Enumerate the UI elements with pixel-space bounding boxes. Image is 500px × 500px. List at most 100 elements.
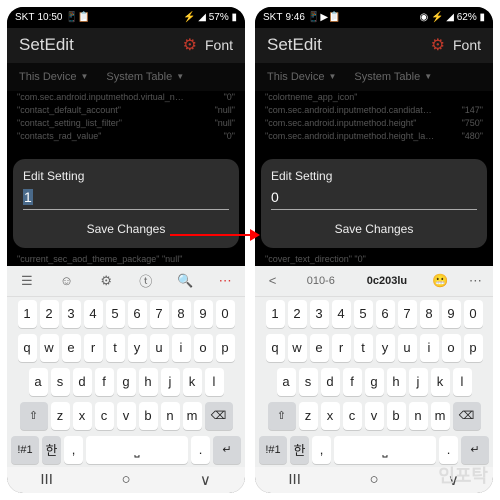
key-4[interactable]: 4	[84, 300, 103, 328]
key-8[interactable]: 8	[172, 300, 191, 328]
key-j[interactable]: j	[409, 368, 428, 396]
key-t[interactable]: t	[354, 334, 373, 362]
tab-device[interactable]: This Device▼	[19, 71, 88, 83]
key-2[interactable]: 2	[288, 300, 307, 328]
key-u[interactable]: u	[398, 334, 417, 362]
tab-system[interactable]: System Table▼	[106, 71, 184, 83]
key-h[interactable]: h	[387, 368, 406, 396]
emoji-icon[interactable]: 😬	[428, 273, 452, 289]
back-icon[interactable]: <	[261, 273, 285, 288]
home-button[interactable]: ○	[106, 471, 146, 488]
key-e[interactable]: e	[310, 334, 329, 362]
setting-value-input[interactable]: 1	[23, 189, 33, 205]
key-t[interactable]: t	[106, 334, 125, 362]
key-0[interactable]: 0	[464, 300, 483, 328]
key-u[interactable]: u	[150, 334, 169, 362]
key-q[interactable]: q	[18, 334, 37, 362]
space-key[interactable]: ⎵	[86, 436, 188, 464]
key-w[interactable]: w	[40, 334, 59, 362]
key-s[interactable]: s	[299, 368, 318, 396]
key-9[interactable]: 9	[442, 300, 461, 328]
list-item[interactable]: "com.sec.android.inputmethod.height""750…	[265, 117, 483, 130]
key-p[interactable]: p	[464, 334, 483, 362]
list-item[interactable]: "cover_text_direction" "0"	[255, 252, 493, 266]
list-item[interactable]: "current_sec_aod_theme_package" "null"	[7, 252, 245, 266]
gear-icon[interactable]: ⚙	[183, 37, 197, 54]
key-6[interactable]: 6	[128, 300, 147, 328]
list-item[interactable]: "com.sec.android.inputmethod.candidate_h…	[265, 104, 483, 117]
setting-value-input[interactable]: 0	[271, 189, 279, 205]
enter-key[interactable]: ↵	[461, 436, 489, 464]
back-button[interactable]: ∨	[185, 471, 225, 489]
key-n[interactable]: n	[409, 402, 428, 430]
text-icon[interactable]: ⓣ	[134, 271, 158, 290]
key-o[interactable]: o	[442, 334, 461, 362]
lang-key[interactable]: 한	[290, 436, 309, 464]
key-j[interactable]: j	[161, 368, 180, 396]
key-b[interactable]: b	[139, 402, 158, 430]
key-1[interactable]: 1	[18, 300, 37, 328]
key-v[interactable]: v	[117, 402, 136, 430]
key-i[interactable]: i	[172, 334, 191, 362]
key-f[interactable]: f	[95, 368, 114, 396]
dot-key[interactable]: .	[439, 436, 458, 464]
search-icon[interactable]: 🔍	[173, 273, 197, 289]
key-w[interactable]: w	[288, 334, 307, 362]
key-4[interactable]: 4	[332, 300, 351, 328]
key-3[interactable]: 3	[310, 300, 329, 328]
key-z[interactable]: z	[51, 402, 70, 430]
key-0[interactable]: 0	[216, 300, 235, 328]
key-g[interactable]: g	[365, 368, 384, 396]
settings-icon[interactable]: ⚙	[94, 273, 118, 289]
shift-key[interactable]: ⇧	[268, 402, 296, 430]
key-z[interactable]: z	[299, 402, 318, 430]
key-x[interactable]: x	[321, 402, 340, 430]
comma-key[interactable]: ,	[312, 436, 331, 464]
list-item[interactable]: "contact_default_account""null"	[17, 104, 235, 117]
gear-icon[interactable]: ⚙	[431, 37, 445, 54]
list-item[interactable]: "contact_setting_list_filter""null"	[17, 117, 235, 130]
save-button[interactable]: Save Changes	[271, 216, 477, 242]
dot-key[interactable]: .	[191, 436, 210, 464]
key-a[interactable]: a	[277, 368, 296, 396]
font-button[interactable]: Font	[453, 37, 481, 53]
key-p[interactable]: p	[216, 334, 235, 362]
font-button[interactable]: Font	[205, 37, 233, 53]
key-b[interactable]: b	[387, 402, 406, 430]
lang-key[interactable]: 한	[42, 436, 61, 464]
key-5[interactable]: 5	[106, 300, 125, 328]
key-2[interactable]: 2	[40, 300, 59, 328]
list-item[interactable]: "contacts_rad_value""0"	[17, 130, 235, 143]
key-5[interactable]: 5	[354, 300, 373, 328]
key-m[interactable]: m	[431, 402, 450, 430]
key-d[interactable]: d	[73, 368, 92, 396]
symbol-key[interactable]: !#1	[11, 436, 39, 464]
tab-device[interactable]: This Device▼	[267, 71, 336, 83]
key-l[interactable]: l	[205, 368, 224, 396]
space-key[interactable]: ⎵	[334, 436, 436, 464]
suggestion[interactable]: 010-6	[296, 275, 346, 287]
key-d[interactable]: d	[321, 368, 340, 396]
suggestion[interactable]: 0c203lu	[357, 275, 417, 287]
key-e[interactable]: e	[62, 334, 81, 362]
home-button[interactable]: ○	[354, 471, 394, 488]
emoji-icon[interactable]: ☺	[54, 273, 78, 288]
key-r[interactable]: r	[84, 334, 103, 362]
key-m[interactable]: m	[183, 402, 202, 430]
list-item[interactable]: "colortneme_app_icon"	[265, 91, 483, 104]
key-o[interactable]: o	[194, 334, 213, 362]
recent-button[interactable]: III	[275, 471, 315, 488]
tab-system[interactable]: System Table▼	[354, 71, 432, 83]
key-6[interactable]: 6	[376, 300, 395, 328]
key-n[interactable]: n	[161, 402, 180, 430]
key-i[interactable]: i	[420, 334, 439, 362]
more-icon[interactable]: ⋯	[463, 273, 487, 289]
list-item[interactable]: "com.sec.android.inputmethod.height_land…	[265, 130, 483, 143]
key-c[interactable]: c	[343, 402, 362, 430]
key-x[interactable]: x	[73, 402, 92, 430]
key-1[interactable]: 1	[266, 300, 285, 328]
key-8[interactable]: 8	[420, 300, 439, 328]
key-7[interactable]: 7	[150, 300, 169, 328]
key-y[interactable]: y	[376, 334, 395, 362]
list-item[interactable]: "com.sec.android.inputmethod.virtual_nav…	[17, 91, 235, 104]
